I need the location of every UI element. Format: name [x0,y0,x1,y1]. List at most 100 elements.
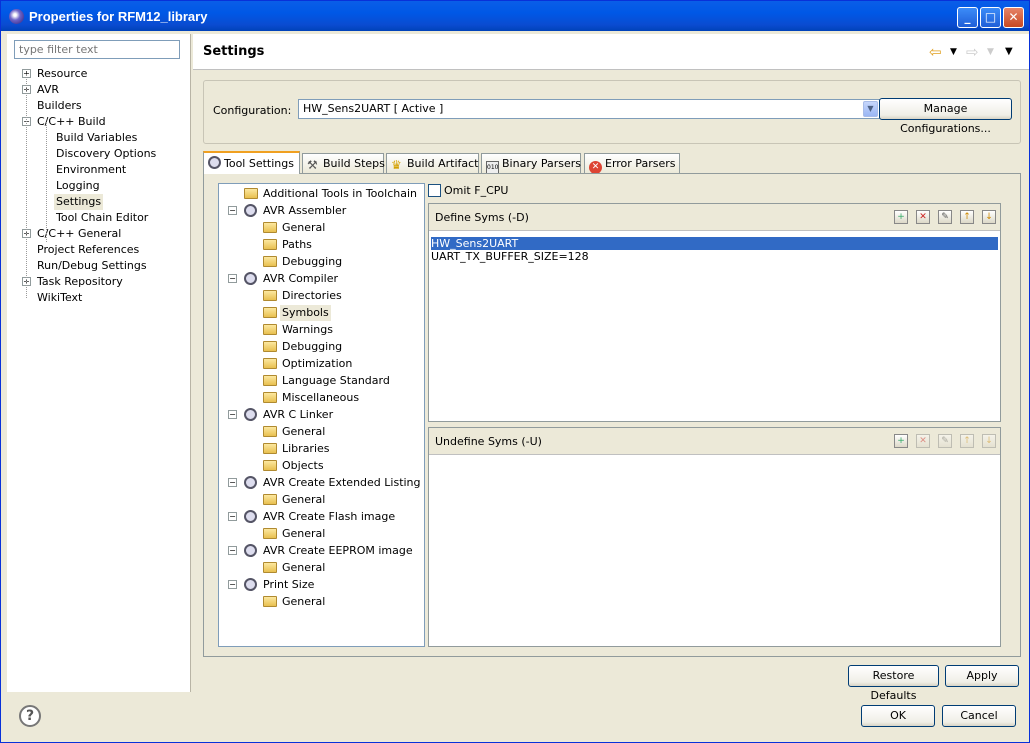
sidebar-item-tool-chain-editor[interactable]: Tool Chain Editor [7,210,191,226]
tool-tree-item-language-standard[interactable]: Language Standard [219,373,403,390]
apply-button[interactable]: Apply [945,665,1019,687]
collapse-icon[interactable]: − [228,274,237,283]
sidebar-item-builders[interactable]: Builders [7,98,191,114]
collapse-icon[interactable]: − [228,478,237,487]
tool-tree-item-symbols[interactable]: Symbols [219,305,403,322]
title-bar[interactable]: Properties for RFM12_library _ □ ✕ [1,1,1029,31]
folder-icon [263,324,277,335]
sidebar-item-label: Build Variables [56,131,138,144]
sidebar-item-task-repository[interactable]: + Task Repository [7,274,191,290]
tool-tree-label: AVR Assembler [263,204,347,217]
collapse-icon[interactable]: − [228,410,237,419]
add-icon[interactable]: + [894,434,908,448]
tool-tree-item-print-size[interactable]: − Print Size [219,577,403,594]
tool-tree-label: General [282,493,326,506]
tool-tree-item-general[interactable]: General [219,492,403,509]
tool-tree-item-libraries[interactable]: Libraries [219,441,403,458]
delete-icon[interactable]: ✕ [916,434,930,448]
tool-tree-item-debugging[interactable]: Debugging [219,339,403,356]
sidebar-item-resource[interactable]: + Resource [7,66,191,82]
back-arrow-icon[interactable]: ⇦ [929,43,942,61]
tool-tree-item-general[interactable]: General [219,526,403,543]
define-syms-toolbar: + ✕ ✎ ↑ ↓ [886,209,996,224]
tab-build-steps[interactable]: ⚒ Build Steps [302,153,385,173]
chevron-down-icon[interactable]: ▼ [863,101,878,117]
tool-tree-label: Additional Tools in Toolchain [263,187,417,200]
tool-tree-item-avr-create-eeprom-image[interactable]: − AVR Create EEPROM image [219,543,413,560]
move-down-icon[interactable]: ↓ [982,210,996,224]
forward-dropdown-icon[interactable]: ▼ [987,47,994,57]
tab-build-artifact[interactable]: ♛ Build Artifact [386,153,479,173]
sidebar-item-run-debug-settings[interactable]: Run/Debug Settings [7,258,191,274]
move-up-icon[interactable]: ↑ [960,210,974,224]
move-down-icon[interactable]: ↓ [982,434,996,448]
folder-icon [263,341,277,352]
tool-tree-item-miscellaneous[interactable]: Miscellaneous [219,390,403,407]
collapse-icon[interactable]: − [228,512,237,521]
omit-fcpu-checkbox[interactable] [428,184,441,197]
tool-tree-item-general[interactable]: General [219,560,403,577]
tool-tree-item-paths[interactable]: Paths [219,237,403,254]
help-icon[interactable]: ? [19,705,41,727]
sidebar-item-label: Logging [56,179,100,192]
view-menu-icon[interactable]: ▼ [1005,46,1013,57]
sidebar-item-wikitext[interactable]: WikiText [7,290,191,306]
sidebar-item-environment[interactable]: Environment [7,162,191,178]
tab-binary-parsers[interactable]: 010 Binary Parsers [481,153,581,174]
configuration-select[interactable]: HW_Sens2UART [ Active ] ▼ [298,99,880,119]
tool-tree-item-general[interactable]: General [219,594,403,611]
manage-configurations-button[interactable]: Manage Configurations... [879,98,1012,135]
restore-defaults-button[interactable]: Restore Defaults [848,665,939,702]
tool-tree-item-avr-create-flash-image[interactable]: − AVR Create Flash image [219,509,403,526]
minimize-button[interactable]: _ [957,7,978,28]
tab-error-parsers[interactable]: ✕ Error Parsers [584,153,680,174]
edit-icon[interactable]: ✎ [938,210,952,224]
sidebar-item-build-variables[interactable]: Build Variables [7,130,191,146]
tool-tree-item-avr-c-linker[interactable]: − AVR C Linker [219,407,403,424]
tool-tree-item-additional-tools-in-toolchain[interactable]: Additional Tools in Toolchain [219,186,417,203]
list-item[interactable]: UART_TX_BUFFER_SIZE=128 [431,250,998,263]
back-dropdown-icon[interactable]: ▼ [950,47,957,57]
maximize-button[interactable]: □ [980,7,1001,28]
tool-tree-item-avr-create-extended-listing[interactable]: − AVR Create Extended Listing [219,475,421,492]
tool-tree-item-warnings[interactable]: Warnings [219,322,403,339]
configuration-label: Configuration: [213,104,292,117]
edit-icon[interactable]: ✎ [938,434,952,448]
tool-tree-item-avr-assembler[interactable]: − AVR Assembler [219,203,403,220]
tool-tree-item-general[interactable]: General [219,220,403,237]
sidebar-item-project-references[interactable]: Project References [7,242,191,258]
tool-tree-item-avr-compiler[interactable]: − AVR Compiler [219,271,403,288]
filter-input[interactable] [14,40,180,59]
tool-tree-label: Symbols [280,305,331,321]
folder-icon [263,596,277,607]
undefine-syms-panel: Undefine Syms (-U) + ✕ ✎ ↑ ↓ [428,427,1001,647]
add-icon[interactable]: + [894,210,908,224]
gear-icon [244,544,257,557]
list-item[interactable]: HW_Sens2UART [431,237,998,250]
tool-tree-item-objects[interactable]: Objects [219,458,403,475]
delete-icon[interactable]: ✕ [916,210,930,224]
sidebar-item-c-c-general[interactable]: + C/C++ General [7,226,191,242]
tool-tree-item-general[interactable]: General [219,424,403,441]
sidebar-item-c-c-build[interactable]: − C/C++ Build [7,114,191,130]
define-syms-title: Define Syms (-D) [435,211,529,224]
sidebar-item-settings[interactable]: Settings [7,194,191,210]
collapse-icon[interactable]: − [228,546,237,555]
collapse-icon[interactable]: − [228,206,237,215]
cancel-button[interactable]: Cancel [942,705,1016,727]
sidebar-item-label: Discovery Options [56,147,157,160]
undefine-syms-title: Undefine Syms (-U) [435,435,542,448]
sidebar-item-avr[interactable]: + AVR [7,82,191,98]
collapse-icon[interactable]: − [228,580,237,589]
tool-tree-item-optimization[interactable]: Optimization [219,356,403,373]
sidebar-item-discovery-options[interactable]: Discovery Options [7,146,191,162]
close-button[interactable]: ✕ [1003,7,1024,28]
move-up-icon[interactable]: ↑ [960,434,974,448]
define-syms-list[interactable]: HW_Sens2UART UART_TX_BUFFER_SIZE=128 [431,237,998,263]
tool-tree-item-directories[interactable]: Directories [219,288,403,305]
tab-tool-settings[interactable]: Tool Settings [203,151,300,174]
tool-tree-item-debugging[interactable]: Debugging [219,254,403,271]
sidebar-item-logging[interactable]: Logging [7,178,191,194]
forward-arrow-icon[interactable]: ⇨ [966,43,979,61]
ok-button[interactable]: OK [861,705,935,727]
